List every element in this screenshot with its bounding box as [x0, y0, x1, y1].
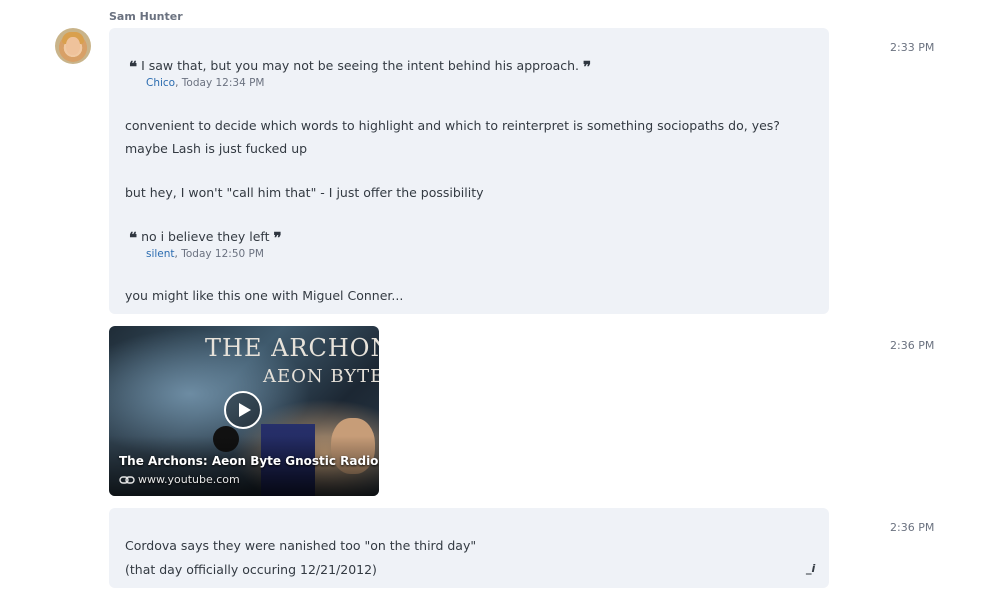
quote-time: , Today 12:34 PM	[175, 77, 265, 89]
video-preview-card[interactable]: THE ARCHONS AEON BYTE The Archons: Aeon …	[109, 326, 379, 496]
video-title[interactable]: The Archons: Aeon Byte Gnostic Radio...	[119, 454, 379, 468]
quote-meta: silent, Today 12:50 PM	[146, 248, 264, 260]
message-timestamp: 2:36 PM	[890, 521, 935, 534]
thumbnail-title-text: THE ARCHONS	[205, 334, 379, 362]
quote-author-link[interactable]: Chico	[146, 77, 175, 89]
message-text: but hey, I won't "call him that" - I jus…	[125, 185, 484, 200]
message-text: maybe Lash is just fucked up	[125, 141, 308, 156]
quote-close-icon: ❞	[273, 229, 282, 247]
quote-close-icon: ❞	[583, 58, 592, 76]
avatar[interactable]	[55, 28, 91, 64]
message-text: (that day officially occuring 12/21/2012…	[125, 562, 377, 577]
edited-info-icon[interactable]: _i	[806, 562, 815, 575]
quote-author-link[interactable]: silent	[146, 248, 175, 260]
quote-text: I saw that, but you may not be seeing th…	[141, 58, 580, 73]
message-text: you might like this one with Miguel Conn…	[125, 288, 404, 303]
message-timestamp: 2:36 PM	[890, 339, 935, 352]
video-link[interactable]: www.youtube.com	[119, 473, 240, 486]
quoted-message: ❝ no i believe they left ❞	[129, 229, 282, 247]
thumbnail-subtitle-text: AEON BYTE	[263, 366, 379, 387]
quote-time: , Today 12:50 PM	[174, 248, 264, 260]
sender-name[interactable]: Sam Hunter	[109, 10, 183, 23]
quote-open-icon: ❝	[129, 229, 138, 247]
video-domain: www.youtube.com	[138, 473, 240, 486]
message-text: Cordova says they were nanished too "on …	[125, 538, 477, 553]
quoted-message: ❝ I saw that, but you may not be seeing …	[129, 58, 591, 76]
quote-meta: Chico, Today 12:34 PM	[146, 77, 264, 89]
link-icon	[119, 476, 135, 484]
quote-text: no i believe they left	[141, 229, 270, 244]
play-icon[interactable]	[224, 391, 262, 429]
message-text: convenient to decide which words to high…	[125, 118, 780, 133]
quote-open-icon: ❝	[129, 58, 138, 76]
message-timestamp: 2:33 PM	[890, 41, 935, 54]
